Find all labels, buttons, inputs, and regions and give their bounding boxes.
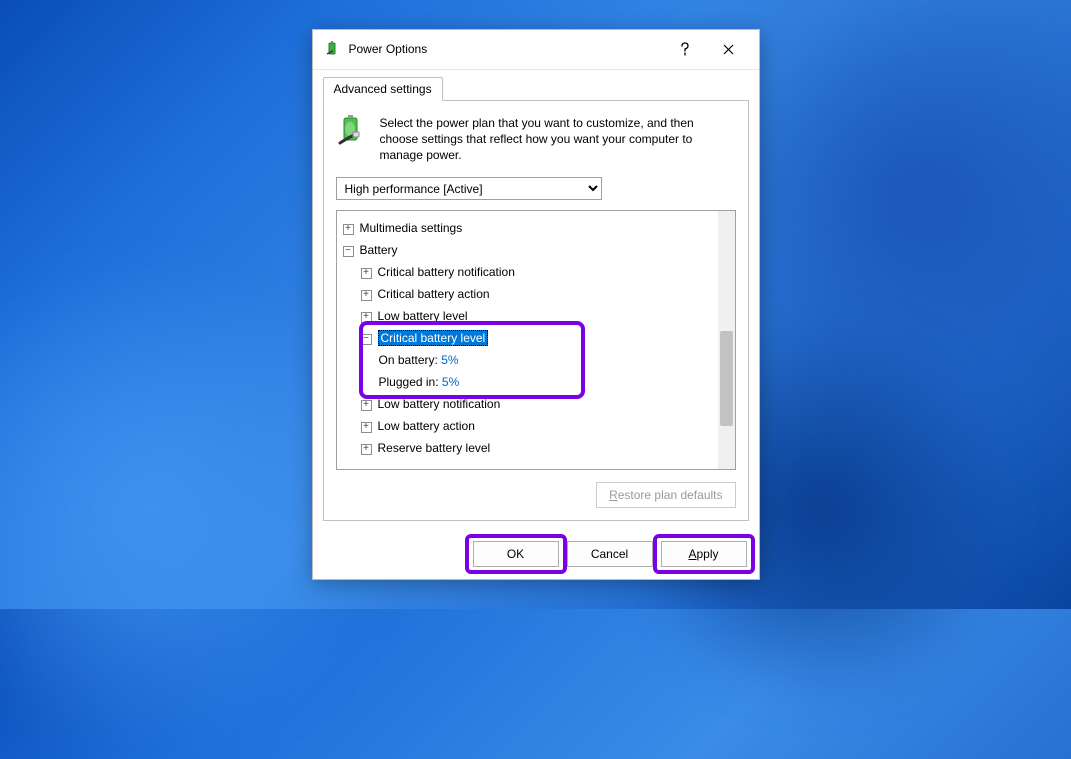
vertical-scrollbar[interactable] [718,211,735,469]
tree-node-critical-level[interactable]: −Critical battery level [343,327,729,349]
plus-icon[interactable]: + [361,422,372,433]
tree-node-multimedia[interactable]: +Multimedia settings [343,217,729,239]
plus-icon[interactable]: + [343,224,354,235]
plus-icon[interactable]: + [361,312,372,323]
tree-node-critical-notification[interactable]: +Critical battery notification [343,261,729,283]
help-button[interactable] [663,29,707,69]
tree-node-reserve-level[interactable]: +Reserve battery level [343,437,729,459]
power-plan-select[interactable]: High performance [Active] [336,177,602,200]
tab-advanced-settings[interactable]: Advanced settings [323,77,443,101]
scrollbar-thumb[interactable] [720,331,733,426]
window-title: Power Options [349,42,663,56]
restore-plan-defaults-button[interactable]: Restore plan defaults [596,482,735,508]
tree-node-low-level[interactable]: +Low battery level [343,305,729,327]
cancel-button[interactable]: Cancel [567,541,653,567]
tree-node-critical-action[interactable]: +Critical battery action [343,283,729,305]
intro-text: Select the power plan that you want to c… [380,115,736,164]
plus-icon[interactable]: + [361,268,372,279]
minus-icon[interactable]: − [361,334,372,345]
annotation-highlight-apply [653,534,755,574]
tab-strip: Advanced settings [323,76,749,100]
tree-leaf-plugged-in[interactable]: Plugged in: 5% [343,371,729,393]
minus-icon[interactable]: − [343,246,354,257]
tree-node-low-notification[interactable]: +Low battery notification [343,393,729,415]
close-button[interactable] [707,29,751,69]
titlebar[interactable]: Power Options [313,30,759,70]
on-battery-value[interactable]: 5% [441,353,458,367]
plugged-in-value[interactable]: 5% [442,375,459,389]
tree-leaf-on-battery[interactable]: On battery: 5% [343,349,729,371]
tree-node-low-action[interactable]: +Low battery action [343,415,729,437]
tab-panel: Select the power plan that you want to c… [323,100,749,522]
settings-tree[interactable]: +Multimedia settings −Battery +Critical … [336,210,736,470]
tree-node-battery[interactable]: −Battery [343,239,729,261]
close-icon [723,44,734,55]
help-icon [680,42,690,56]
annotation-highlight-ok [465,534,567,574]
power-options-icon [325,41,341,57]
battery-plug-icon [336,115,368,147]
dialog-button-row: OK Cancel Apply [313,531,759,579]
plus-icon[interactable]: + [361,400,372,411]
power-options-dialog: Power Options Advanced settings Select t… [312,29,760,581]
plus-icon[interactable]: + [361,444,372,455]
plus-icon[interactable]: + [361,290,372,301]
